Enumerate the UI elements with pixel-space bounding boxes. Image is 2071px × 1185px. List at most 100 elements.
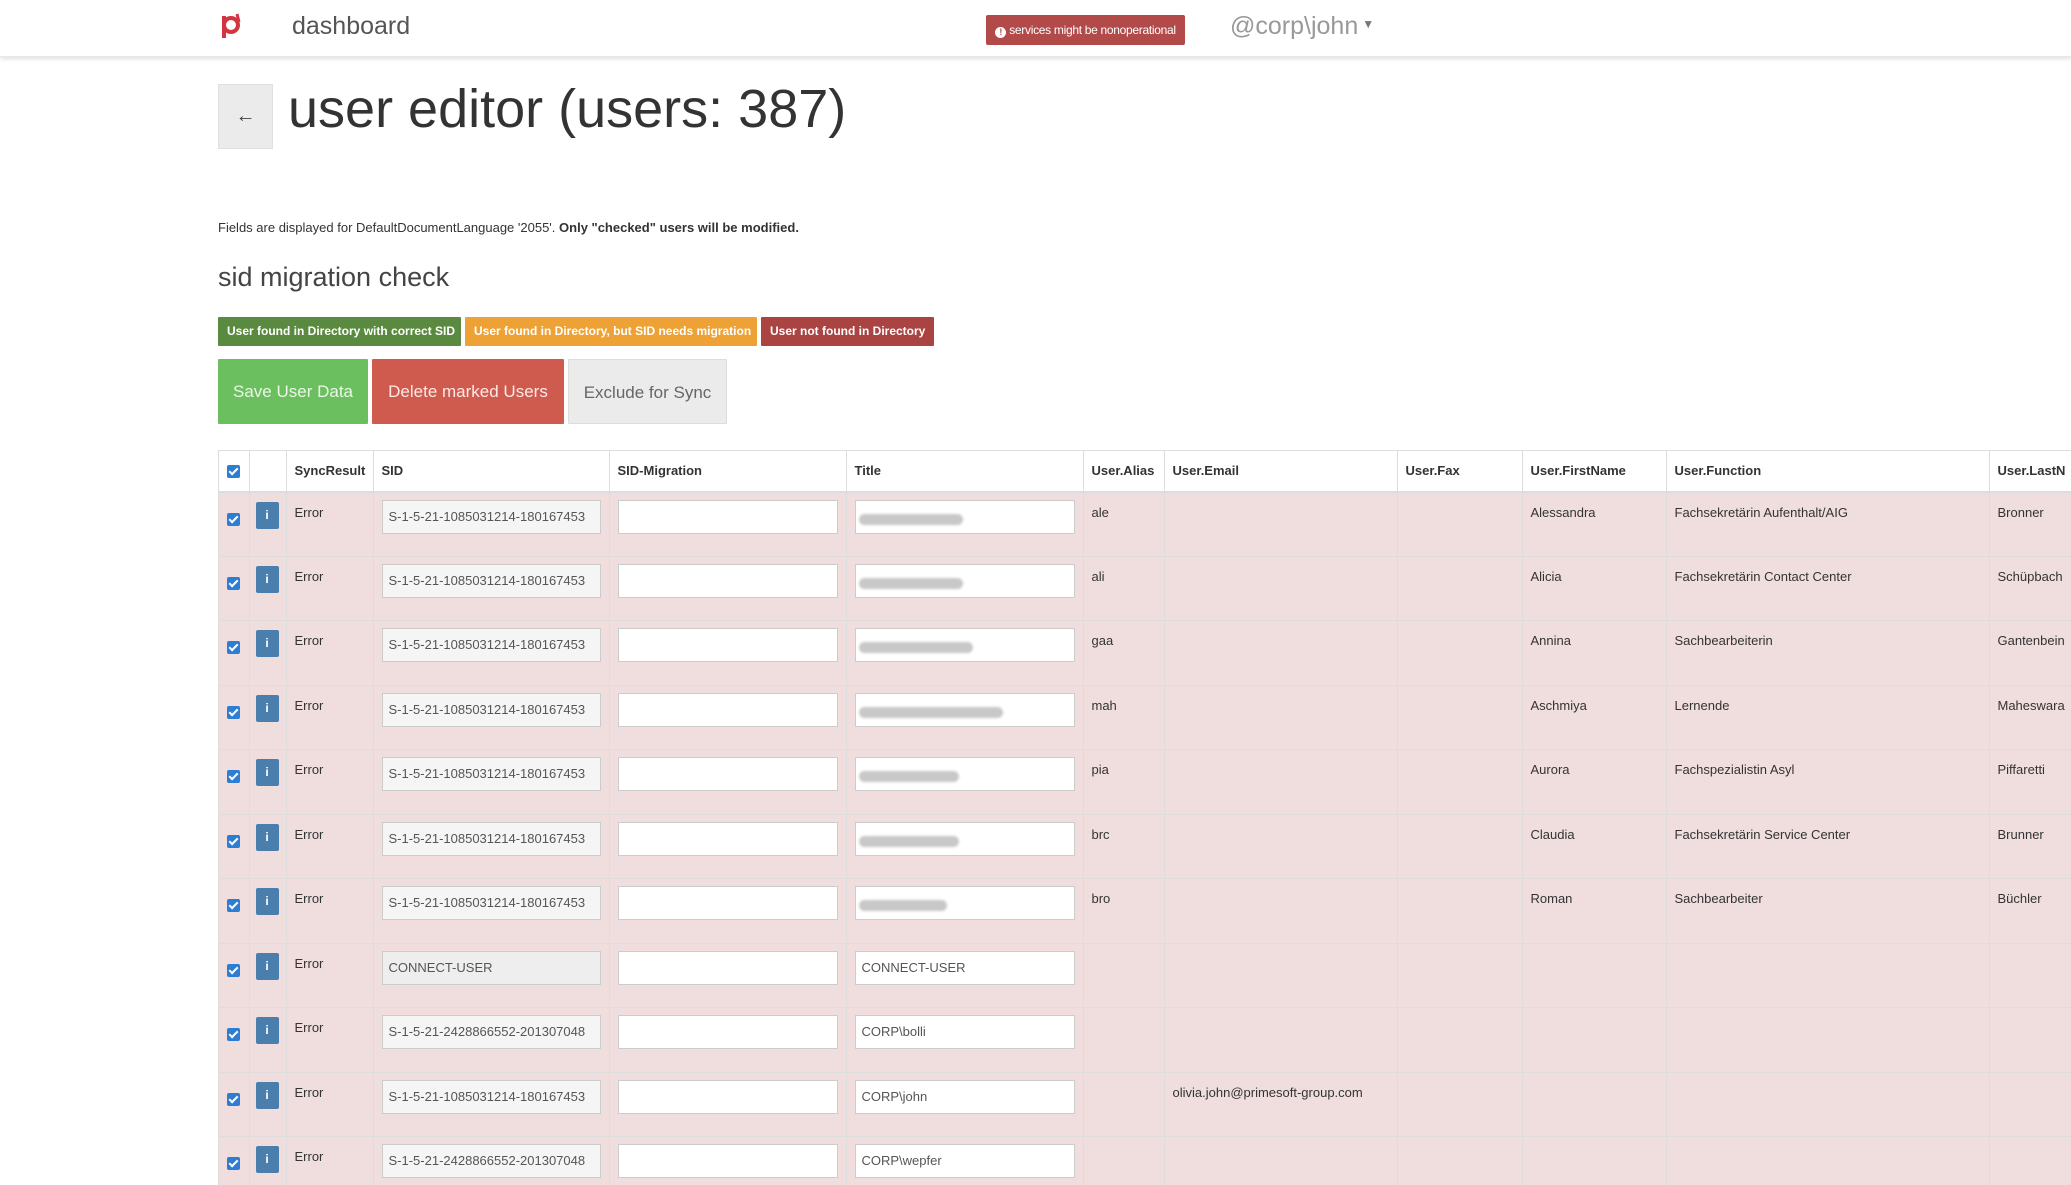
nav-dashboard-link[interactable]: dashboard: [292, 12, 410, 41]
sid-field[interactable]: S-1-5-21-2428866552-201307048: [381, 1015, 601, 1049]
info-button[interactable]: i: [255, 565, 279, 593]
info-button[interactable]: i: [255, 1146, 279, 1173]
row-checkbox[interactable]: [227, 834, 241, 848]
column-header-email[interactable]: User.Email: [1164, 450, 1398, 493]
alias-cell: bro: [1083, 878, 1165, 944]
info-button[interactable]: i: [255, 1017, 279, 1044]
sid-migration-input[interactable]: [617, 821, 838, 856]
row-checkbox[interactable]: [227, 641, 241, 655]
brand-logo-icon[interactable]: [218, 12, 244, 42]
row-checkbox[interactable]: [227, 576, 241, 590]
save-user-data-button[interactable]: Save User Data: [218, 359, 368, 424]
info-button[interactable]: i: [255, 630, 279, 657]
sync-result-cell: Error: [286, 814, 374, 879]
column-header-sid[interactable]: SID: [373, 450, 610, 493]
title-cell: [846, 556, 1084, 621]
sid-migration-input[interactable]: [617, 692, 838, 727]
sid-field[interactable]: S-1-5-21-1085031214-180167453: [381, 499, 601, 534]
lastname-cell: [1989, 1136, 2071, 1185]
row-checkbox[interactable]: [227, 1092, 241, 1106]
sync-result-cell: Error: [286, 1136, 374, 1185]
sid-migration-input[interactable]: [617, 950, 838, 985]
function-cell: Sachbearbeiter: [1666, 878, 1990, 944]
title-input[interactable]: [854, 563, 1075, 598]
title-input[interactable]: CORP\john: [854, 1079, 1075, 1114]
sid-migration-input[interactable]: [617, 563, 838, 598]
row-checkbox[interactable]: [227, 770, 241, 784]
row-checkbox[interactable]: [227, 899, 241, 913]
row-checkbox[interactable]: [227, 1157, 241, 1171]
sid-migration-cell: [609, 878, 847, 944]
column-header-title[interactable]: Title: [846, 450, 1084, 493]
function-cell: [1666, 1072, 1990, 1137]
firstname-cell: [1522, 1007, 1667, 1073]
sid-field[interactable]: S-1-5-21-2428866552-201307048: [381, 1144, 601, 1178]
title-input[interactable]: [854, 499, 1075, 534]
title-cell: CORP\wepfer: [846, 1136, 1084, 1185]
email-cell: olivia.john@primesoft-group.com: [1164, 1072, 1398, 1137]
sid-migration-cell: [609, 1007, 847, 1073]
column-header-fax[interactable]: User.Fax: [1397, 450, 1523, 493]
info-button[interactable]: i: [255, 1081, 279, 1109]
fax-cell: [1397, 749, 1523, 815]
sid-migration-input[interactable]: [617, 1015, 838, 1049]
sid-field[interactable]: S-1-5-21-1085031214-180167453: [381, 563, 601, 598]
delete-marked-users-button[interactable]: Delete marked Users: [372, 359, 564, 424]
table-row: i Error S-1-5-21-2428866552-201307048 CORP\…: [219, 1007, 2071, 1073]
column-header-syncresult[interactable]: SyncResult: [286, 450, 374, 493]
select-all-checkbox[interactable]: [227, 465, 241, 479]
column-header-lastname[interactable]: User.LastN: [1989, 450, 2071, 493]
sid-field[interactable]: CONNECT-USER: [381, 950, 601, 985]
info-button[interactable]: i: [255, 952, 279, 980]
sid-migration-input[interactable]: [617, 1144, 838, 1178]
sid-migration-input[interactable]: [617, 628, 838, 662]
info-button[interactable]: i: [255, 759, 279, 786]
column-header-sid-migration[interactable]: SID-Migration: [609, 450, 847, 493]
sid-migration-cell: [609, 1072, 847, 1137]
info-button[interactable]: i: [255, 823, 279, 851]
sid-field[interactable]: S-1-5-21-1085031214-180167453: [381, 628, 601, 662]
row-checkbox[interactable]: [227, 963, 241, 977]
alias-cell: ale: [1083, 491, 1165, 557]
exclude-for-sync-button[interactable]: Exclude for Sync: [568, 359, 727, 424]
function-cell: [1666, 943, 1990, 1008]
title-input[interactable]: [854, 692, 1075, 727]
title-input[interactable]: [854, 757, 1075, 791]
column-header-firstname[interactable]: User.FirstName: [1522, 450, 1667, 493]
users-table: SyncResult SID SID-Migration Title User.…: [219, 450, 2071, 1185]
alias-cell: [1083, 1007, 1165, 1073]
sid-migration-input[interactable]: [617, 499, 838, 534]
lastname-cell: Schüpbach: [1989, 556, 2071, 621]
row-info-cell: i: [249, 878, 287, 944]
title-input[interactable]: [854, 821, 1075, 856]
firstname-cell: Roman: [1522, 878, 1667, 944]
back-button[interactable]: ←: [218, 84, 273, 149]
info-button[interactable]: i: [255, 501, 279, 529]
sid-field[interactable]: S-1-5-21-1085031214-180167453: [381, 1079, 601, 1114]
row-info-cell: i: [249, 685, 287, 750]
sid-migration-input[interactable]: [617, 757, 838, 791]
row-checkbox[interactable]: [227, 705, 241, 719]
user-menu-dropdown[interactable]: @corp\john ▼: [1230, 12, 1374, 41]
title-input[interactable]: CONNECT-USER: [854, 950, 1075, 985]
column-header-function[interactable]: User.Function: [1666, 450, 1990, 493]
alias-cell: brc: [1083, 814, 1165, 879]
fax-cell: [1397, 1136, 1523, 1185]
row-checkbox[interactable]: [227, 512, 241, 526]
sid-field[interactable]: S-1-5-21-1085031214-180167453: [381, 886, 601, 920]
info-button[interactable]: i: [255, 694, 279, 722]
title-input[interactable]: CORP\bolli: [854, 1015, 1075, 1049]
column-header-alias[interactable]: User.Alias: [1083, 450, 1165, 493]
sid-migration-input[interactable]: [617, 886, 838, 920]
sid-field[interactable]: S-1-5-21-1085031214-180167453: [381, 692, 601, 727]
sid-migration-cell: [609, 620, 847, 686]
title-input[interactable]: [854, 628, 1075, 662]
redacted-title-blur: [858, 513, 963, 525]
sid-field[interactable]: S-1-5-21-1085031214-180167453: [381, 821, 601, 856]
sid-migration-input[interactable]: [617, 1079, 838, 1114]
row-checkbox[interactable]: [227, 1028, 241, 1042]
title-input[interactable]: CORP\wepfer: [854, 1144, 1075, 1178]
info-button[interactable]: i: [255, 888, 279, 915]
title-input[interactable]: [854, 886, 1075, 920]
sid-field[interactable]: S-1-5-21-1085031214-180167453: [381, 757, 601, 791]
